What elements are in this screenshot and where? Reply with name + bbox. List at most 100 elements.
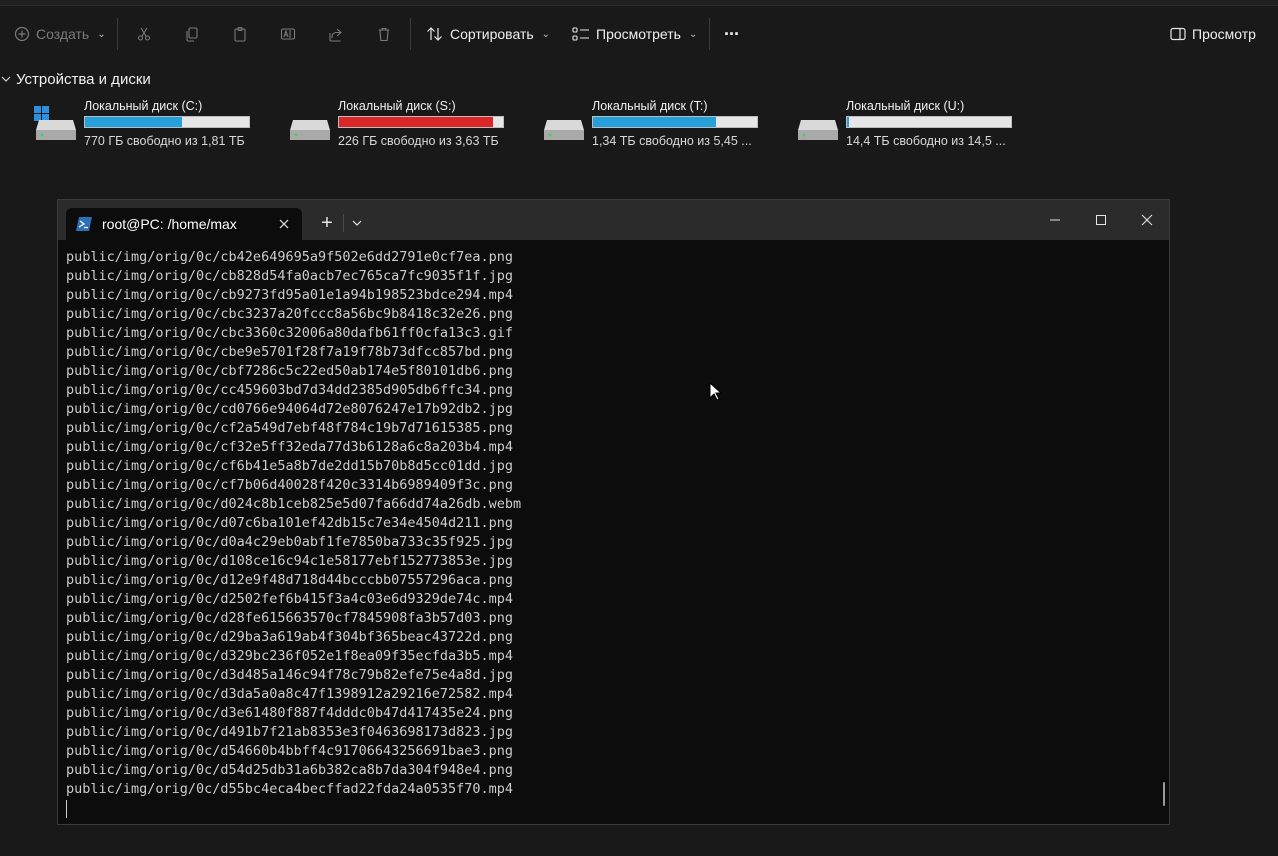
share-icon <box>329 28 342 42</box>
drive-free-space: 1,34 ТБ свободно из 5,45 ... <box>592 134 752 148</box>
explorer-toolbar: Создать ⌄ Сортировать ⌄ Просмотреть ⌄ ··… <box>0 6 1278 62</box>
create-label: Создать <box>36 26 90 42</box>
hard-drive-icon <box>544 120 584 140</box>
terminal-line: public/img/orig/0c/cbc3360c32006a80dafb6… <box>66 325 514 341</box>
terminal-line: public/img/orig/0c/d108ce16c94c1e58177eb… <box>66 553 514 569</box>
tab-dropdown-button[interactable] <box>347 213 367 233</box>
copy-icon <box>186 27 198 42</box>
tab-close-button[interactable] <box>274 214 294 234</box>
rename-button[interactable] <box>278 24 298 44</box>
drive-t[interactable]: Локальный диск (T:) 1,34 ТБ свободно из … <box>542 96 782 152</box>
new-tab-label: + <box>321 211 333 234</box>
terminal-line: public/img/orig/0c/d024c8b1ceb825e5d07fa… <box>66 496 522 512</box>
windows-drive-icon <box>34 106 76 140</box>
drive-u[interactable]: Локальный диск (U:) 14,4 ТБ свободно из … <box>796 96 1036 152</box>
hard-drive-icon <box>798 120 838 140</box>
drive-usage-bar <box>338 116 504 128</box>
powershell-icon <box>76 217 92 231</box>
terminal-line: public/img/orig/0c/cf7b06d40028f420c3314… <box>66 477 514 493</box>
drive-usage-fill <box>847 117 849 127</box>
sort-button[interactable]: Сортировать ⌄ <box>426 20 550 48</box>
text-cursor <box>66 800 67 818</box>
terminal-line: public/img/orig/0c/cc459603bd7d34dd2385d… <box>66 382 514 398</box>
terminal-line: public/img/orig/0c/d28fe615663570cf78459… <box>66 610 514 626</box>
terminal-line: public/img/orig/0c/cf2a549d7ebf48f784c19… <box>66 420 514 436</box>
tab-title: root@PC: /home/max <box>102 216 237 232</box>
maximize-button[interactable] <box>1086 208 1116 232</box>
drive-free-space: 770 ГБ свободно из 1,81 ТБ <box>84 134 245 148</box>
terminal-line: public/img/orig/0c/cf6b41e5a8b7de2dd15b7… <box>66 458 514 474</box>
more-options-button[interactable]: ··· <box>724 20 740 48</box>
terminal-tab[interactable]: root@PC: /home/max <box>66 208 302 240</box>
chevron-down-icon: ⌄ <box>97 28 106 40</box>
drive-usage-fill <box>339 117 494 127</box>
drive-free-space: 14,4 ТБ свободно из 14,5 ... <box>846 134 1006 148</box>
terminal-line: public/img/orig/0c/d07c6ba101ef42db15c7e… <box>66 515 514 531</box>
drive-name: Локальный диск (S:) <box>338 99 456 113</box>
scissors-icon <box>137 27 151 41</box>
terminal-line: public/img/orig/0c/d12e9f48d718d44bcccbb… <box>66 572 514 588</box>
terminal-line: public/img/orig/0c/d55bc4eca4becffad22fd… <box>66 781 514 797</box>
drive-name: Локальный диск (U:) <box>846 99 965 113</box>
devices-section-header[interactable]: Устройства и диски <box>0 68 151 90</box>
terminal-line: public/img/orig/0c/cbc3237a20fccc8a56bc9… <box>66 306 514 322</box>
sort-icon <box>427 27 442 41</box>
minimize-icon <box>1050 219 1060 221</box>
terminal-line: public/img/orig/0c/cd0766e94064d72e80762… <box>66 401 514 417</box>
close-window-button[interactable] <box>1132 208 1162 232</box>
paste-button[interactable] <box>230 24 250 44</box>
cut-button[interactable] <box>134 24 154 44</box>
terminal-line: public/img/orig/0c/cbf7286c5c22ed50ab174… <box>66 363 514 379</box>
terminal-line: public/img/orig/0c/cb9273fd95a01e1a94b19… <box>66 287 514 303</box>
list-view-icon <box>572 27 589 41</box>
mouse-pointer-icon <box>709 382 723 401</box>
close-icon <box>279 219 289 229</box>
clipboard-icon <box>234 26 246 42</box>
terminal-line: public/img/orig/0c/cf32e5ff32eda77d3b612… <box>66 439 514 455</box>
minimize-button[interactable] <box>1040 208 1070 232</box>
create-button[interactable]: Создать ⌄ <box>14 20 106 48</box>
terminal-titlebar[interactable]: root@PC: /home/max + <box>58 200 1169 240</box>
terminal-line: public/img/orig/0c/d491b7f21ab8353e3f046… <box>66 724 514 740</box>
view-button[interactable]: Просмотреть ⌄ <box>572 20 697 48</box>
view-label: Просмотреть <box>596 26 681 42</box>
preview-pane-icon <box>1170 27 1186 41</box>
copy-button[interactable] <box>182 24 202 44</box>
terminal-line: public/img/orig/0c/d54d25db31a6b382ca8b7… <box>66 762 514 778</box>
toolbar-divider <box>410 18 411 50</box>
add-circle-icon <box>14 26 30 42</box>
drive-usage-bar <box>592 116 758 128</box>
chevron-down-icon: ⌄ <box>688 28 698 40</box>
new-tab-button[interactable]: + <box>317 211 337 234</box>
chevron-down-icon <box>352 220 362 226</box>
sort-label: Сортировать <box>450 26 534 42</box>
drive-usage-fill <box>85 117 182 127</box>
terminal-output[interactable]: public/img/orig/0c/cb42e649695a9f502e6dd… <box>66 248 1146 818</box>
drive-usage-bar <box>846 116 1012 128</box>
titlebar-divider <box>343 214 344 232</box>
terminal-line: public/img/orig/0c/d329bc236f052e1f8ea09… <box>66 648 514 664</box>
drive-name: Локальный диск (C:) <box>84 99 203 113</box>
chevron-down-icon <box>1 76 11 82</box>
toolbar-divider <box>117 18 118 50</box>
maximize-icon <box>1096 215 1106 225</box>
terminal-window: root@PC: /home/max + public/img/orig/0c/… <box>57 199 1170 825</box>
delete-button[interactable] <box>374 24 394 44</box>
preview-label: Просмотр <box>1192 26 1256 42</box>
share-button[interactable] <box>326 24 346 44</box>
terminal-line: public/img/orig/0c/d29ba3a619ab4f304bf36… <box>66 629 514 645</box>
terminal-line: public/img/orig/0c/d54660b4bbff4c9170664… <box>66 743 514 759</box>
drive-usage-bar <box>84 116 250 128</box>
drive-c[interactable]: Локальный диск (C:) 770 ГБ свободно из 1… <box>34 96 274 152</box>
terminal-line: public/img/orig/0c/d3d485a146c94f78c79b8… <box>66 667 514 683</box>
drive-s[interactable]: Локальный диск (S:) 226 ГБ свободно из 3… <box>288 96 528 152</box>
terminal-line: public/img/orig/0c/d0a4c29eb0abf1fe7850b… <box>66 534 514 550</box>
toolbar-divider <box>709 18 710 50</box>
terminal-line: public/img/orig/0c/cb42e649695a9f502e6dd… <box>66 249 514 265</box>
rename-icon <box>280 28 296 40</box>
chevron-down-icon: ⌄ <box>541 28 551 40</box>
scrollbar-thumb[interactable] <box>1163 782 1165 806</box>
terminal-line: public/img/orig/0c/d3da5a0a8c47f1398912a… <box>66 686 514 702</box>
drive-usage-fill <box>593 117 716 127</box>
preview-pane-button[interactable]: Просмотр <box>1170 20 1256 48</box>
